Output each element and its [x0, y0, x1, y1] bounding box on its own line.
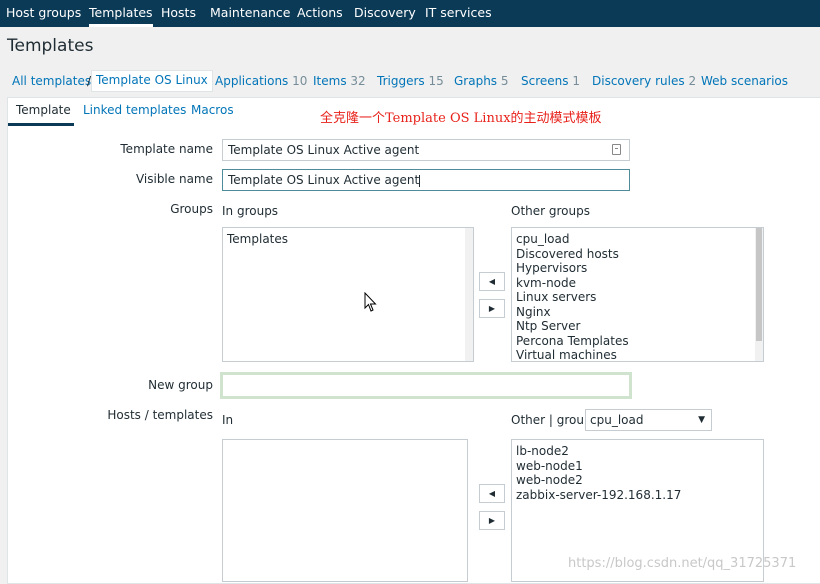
list-item[interactable]: Discovered hosts — [512, 247, 763, 262]
other-group-label: Other | group — [511, 413, 592, 427]
list-item[interactable]: zabbix-server-192.168.1.17 — [512, 488, 763, 503]
breadcrumb-current-template[interactable]: Template OS Linux — [91, 70, 213, 92]
list-item[interactable]: Templates — [223, 232, 473, 247]
in-groups-label: In groups — [222, 204, 279, 218]
right-arrow-icon: ▶ — [488, 304, 496, 313]
mouse-cursor-icon — [364, 292, 377, 312]
list-item[interactable]: Virtual machines — [512, 348, 763, 363]
in-label: In — [222, 413, 234, 427]
nav-templates[interactable]: Templates — [89, 0, 153, 27]
tab-macros[interactable]: Macros — [191, 103, 234, 117]
top-navigation: Host groups Templates Hosts Maintenance … — [0, 0, 820, 27]
watermark: https://blog.csdn.net/qq_31725371 — [568, 556, 797, 571]
right-arrow-icon: ▶ — [488, 516, 496, 525]
left-arrow-icon: ◀ — [488, 489, 496, 498]
hosts-templates-label: Hosts / templates — [107, 408, 213, 422]
link-graphs[interactable]: Graphs 5 — [454, 72, 509, 92]
active-tab-indicator — [8, 123, 74, 126]
list-item[interactable]: web-node2 — [512, 473, 763, 488]
link-screens[interactable]: Screens 1 — [521, 72, 580, 92]
group-select-value: cpu_load — [590, 413, 644, 427]
template-name-input[interactable]: Template OS Linux Active agent — [222, 139, 630, 161]
autofill-icon — [612, 144, 621, 155]
move-hosts-right-button[interactable]: ▶ — [479, 511, 505, 530]
in-groups-list[interactable]: Templates — [222, 227, 474, 362]
page-title: Templates — [7, 36, 94, 56]
annotation-text: 全克隆一个Template OS Linux的主动模式模板 — [320, 111, 602, 126]
new-group-label: New group — [148, 378, 213, 392]
nav-discovery[interactable]: Discovery — [354, 0, 416, 27]
visible-name-input[interactable]: Template OS Linux Active agent — [222, 169, 630, 191]
in-hosts-list[interactable] — [222, 439, 468, 582]
template-name-label: Template name — [120, 142, 213, 156]
list-item[interactable]: Nginx — [512, 305, 763, 320]
list-item[interactable]: Ntp Server — [512, 319, 763, 334]
link-items[interactable]: Items 32 — [313, 72, 366, 92]
groups-label: Groups — [170, 202, 213, 216]
group-select[interactable]: cpu_load ▼ — [585, 409, 712, 431]
tab-linked-templates[interactable]: Linked templates — [83, 103, 186, 117]
other-groups-list[interactable]: cpu_load Discovered hosts Hypervisors kv… — [511, 227, 764, 362]
scrollbar[interactable] — [465, 228, 473, 361]
nav-actions[interactable]: Actions — [297, 0, 343, 27]
list-item[interactable]: cpu_load — [512, 232, 763, 247]
list-item[interactable]: Percona Templates — [512, 334, 763, 349]
tab-template[interactable]: Template — [16, 103, 71, 117]
nav-maintenance[interactable]: Maintenance — [210, 0, 291, 27]
nav-it-services[interactable]: IT services — [425, 0, 492, 27]
link-triggers[interactable]: Triggers 15 — [377, 72, 444, 92]
list-item[interactable]: kvm-node — [512, 276, 763, 291]
move-right-button[interactable]: ▶ — [479, 299, 505, 318]
scrollbar[interactable] — [755, 228, 763, 361]
link-web-scenarios[interactable]: Web scenarios — [701, 72, 788, 92]
move-hosts-left-button[interactable]: ◀ — [479, 484, 505, 503]
left-arrow-icon: ◀ — [488, 277, 496, 286]
breadcrumb-all-templates[interactable]: All templates — [12, 72, 91, 92]
chevron-down-icon: ▼ — [698, 415, 705, 425]
list-item[interactable]: lb-node2 — [512, 444, 763, 459]
list-item[interactable]: web-node1 — [512, 459, 763, 474]
template-name-value: Template OS Linux Active agent — [228, 143, 420, 157]
list-item[interactable]: Hypervisors — [512, 261, 763, 276]
move-left-button[interactable]: ◀ — [479, 272, 505, 291]
new-group-input[interactable] — [220, 372, 632, 399]
link-discovery-rules[interactable]: Discovery rules 2 — [592, 72, 696, 92]
visible-name-value: Template OS Linux Active agent — [228, 173, 420, 187]
list-item[interactable]: Linux servers — [512, 290, 763, 305]
link-applications[interactable]: Applications 10 — [215, 72, 307, 92]
visible-name-label: Visible name — [135, 172, 213, 186]
other-groups-label: Other groups — [511, 204, 590, 218]
nav-hosts[interactable]: Hosts — [161, 0, 196, 27]
nav-host-groups[interactable]: Host groups — [6, 0, 81, 27]
scrollbar-thumb[interactable] — [756, 228, 762, 342]
text-caret — [419, 174, 421, 187]
